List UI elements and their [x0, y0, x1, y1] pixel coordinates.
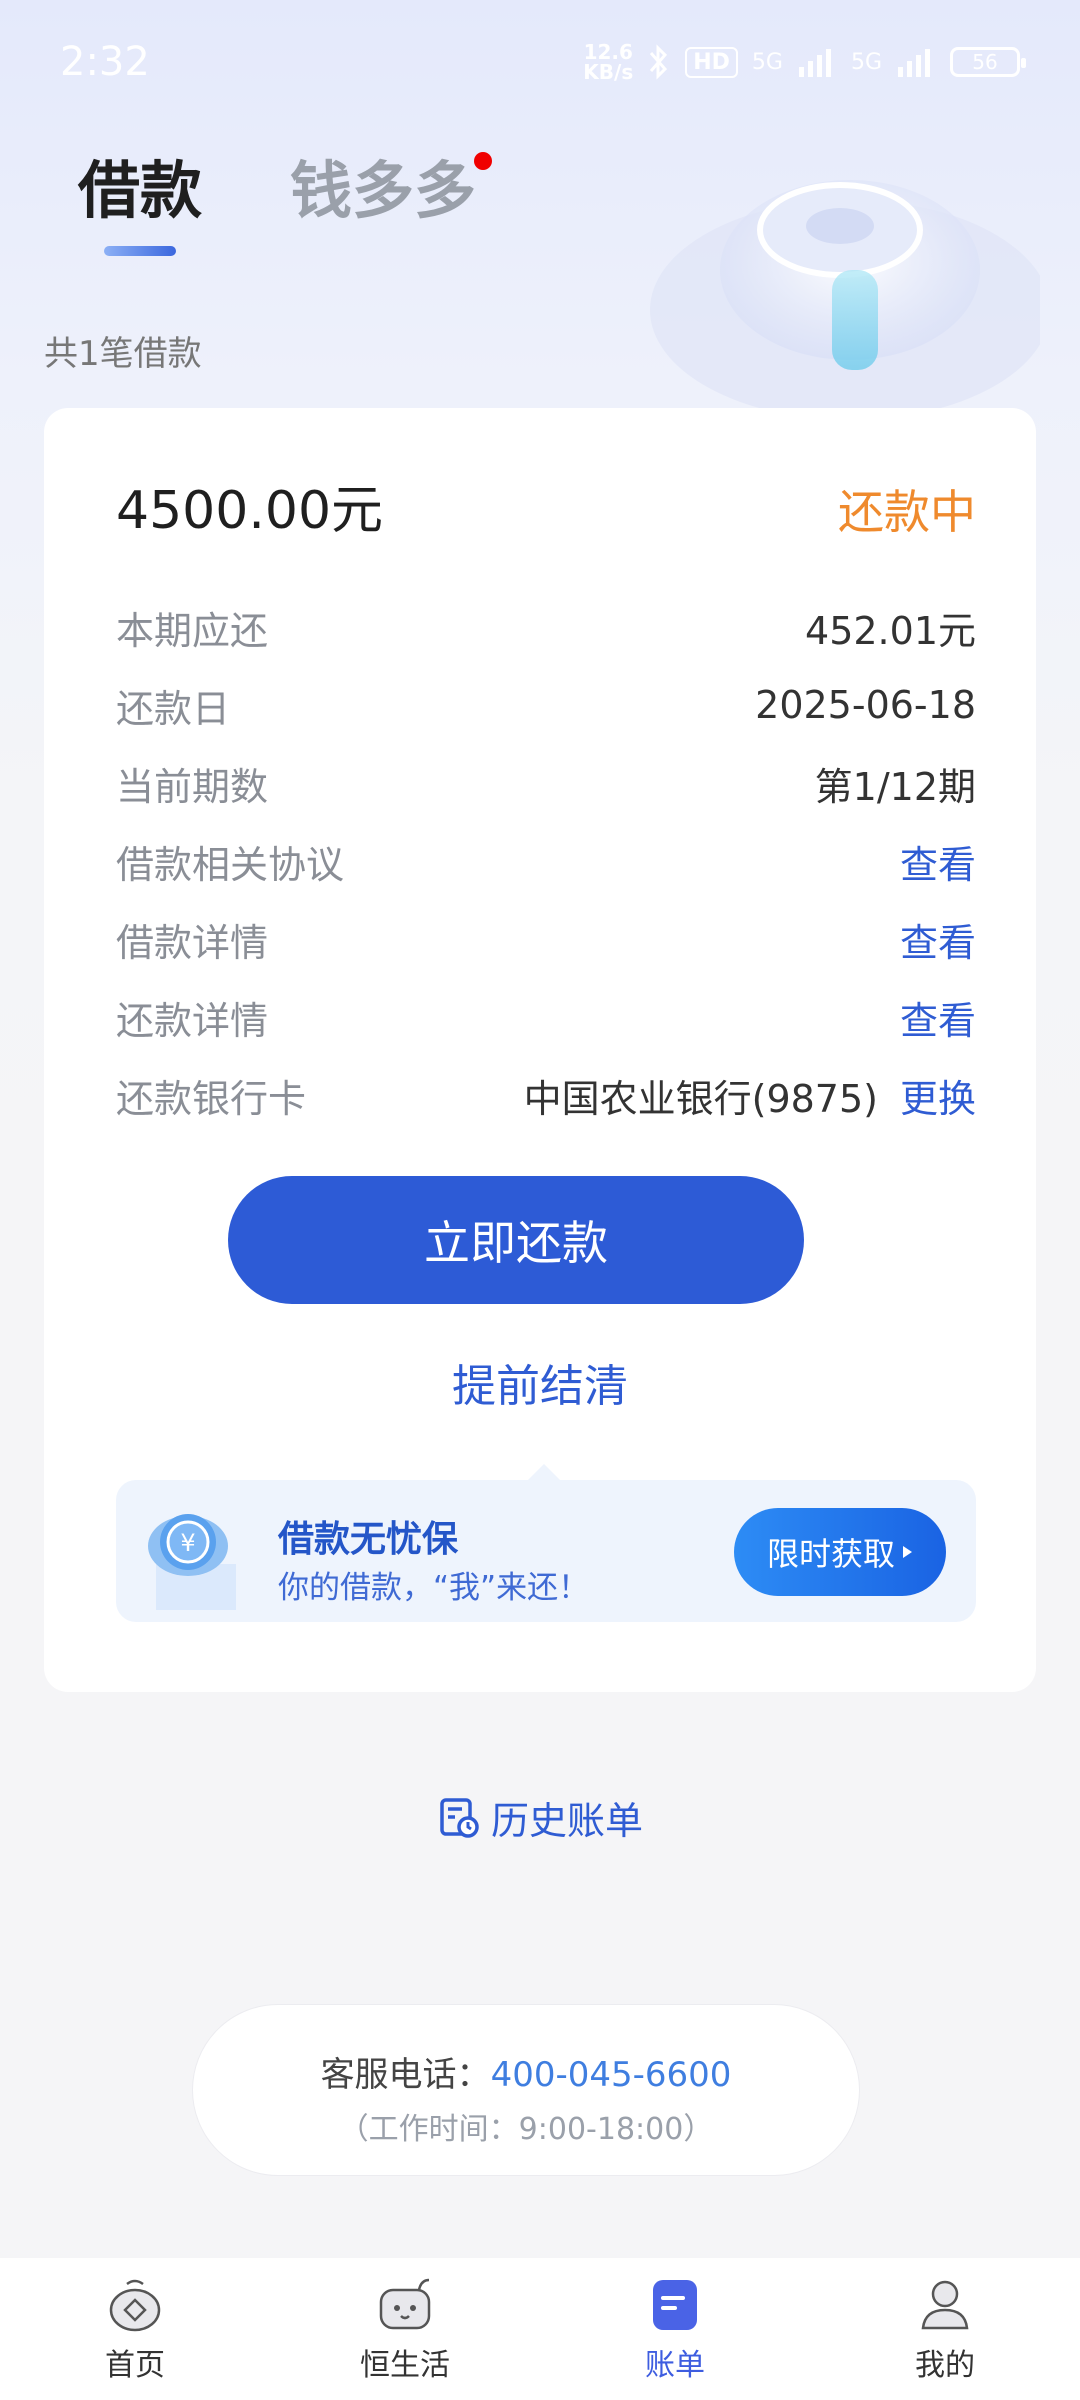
row-due-date: 还款日 2025-06-18 — [116, 666, 976, 744]
row-bank-card: 还款银行卡 中国农业银行(9875) 更换 — [116, 1056, 976, 1134]
view-repay-details-link[interactable]: 查看 — [900, 990, 976, 1045]
row-label: 本期应还 — [116, 608, 269, 653]
promo-title: 借款无忧保 — [278, 1519, 459, 1560]
history-bill-link[interactable]: 历史账单 — [0, 1790, 1080, 1845]
row-repay-details: 还款详情 查看 — [116, 978, 976, 1056]
signal-label-2: 5G — [850, 49, 882, 75]
battery-icon: 56 — [950, 47, 1026, 77]
signal-icon-1 — [798, 49, 831, 77]
early-settle-link[interactable]: 提前结清 — [452, 1361, 628, 1412]
promo-pointer — [528, 1464, 560, 1480]
history-bill-label: 历史账单 — [490, 1799, 643, 1843]
status-bar: 2:32 12.6 KB/s HD 5G 5G 56 — [0, 0, 1080, 124]
bill-icon — [653, 2280, 697, 2330]
row-value: 452.01元 — [805, 608, 976, 653]
loan-count: 共1笔借款 — [44, 334, 202, 374]
decorative-ring-icon — [650, 180, 1040, 420]
service-phone-link[interactable]: 400-045-6600 — [491, 2055, 732, 2095]
notification-dot — [474, 152, 493, 170]
history-bill-icon — [440, 1797, 479, 1838]
signal-icon-2 — [898, 49, 930, 77]
loan-status: 还款中 — [838, 485, 976, 539]
row-value: 2025-06-18 — [755, 683, 976, 727]
promo-button-label: 限时获取 — [766, 1535, 895, 1573]
svg-text:¥: ¥ — [180, 1529, 195, 1557]
signal-label-1: 5G — [751, 49, 783, 75]
nav-label-life: 恒生活 — [360, 2348, 450, 2383]
bluetooth-icon — [650, 44, 668, 80]
tab-qianduoduo[interactable]: 钱多多 — [290, 140, 493, 230]
triangle-right-icon — [903, 1546, 912, 1558]
bank-card-value: 中国农业银行(9875) — [523, 1076, 878, 1121]
nav-item-life[interactable]: 恒生活 — [305, 2274, 505, 2384]
insurance-promo-banner[interactable]: ¥ 借款无忧保 你的借款，“我”来还！ 限时获取 — [116, 1464, 976, 1622]
row-current-due: 本期应还 452.01元 — [116, 588, 976, 666]
view-agreements-link[interactable]: 查看 — [900, 834, 976, 889]
row-label: 当前期数 — [116, 764, 269, 809]
change-card-link[interactable]: 更换 — [900, 1068, 976, 1123]
nav-label-profile: 我的 — [915, 2348, 975, 2383]
view-loan-details-link[interactable]: 查看 — [900, 912, 976, 967]
profile-icon — [921, 2280, 969, 2330]
nav-item-bill[interactable]: 账单 — [575, 2274, 775, 2384]
nav-item-profile[interactable]: 我的 — [845, 2274, 1045, 2384]
promo-subtitle: 你的借款，“我”来还！ — [278, 1570, 590, 1606]
row-label: 还款银行卡 — [116, 1076, 307, 1121]
nav-label-home: 首页 — [105, 2348, 165, 2383]
top-tabs: 借款 钱多多 — [78, 140, 493, 256]
customer-service-box: 客服电话：400-045-6600 （工作时间：9:00-18:00） — [192, 2004, 860, 2176]
row-loan-details: 借款详情 查看 — [116, 900, 976, 978]
nav-item-home[interactable]: 首页 — [35, 2274, 235, 2384]
loan-amount: 4500.00元 — [116, 481, 384, 541]
row-agreements: 借款相关协议 查看 — [116, 822, 976, 900]
service-label: 客服电话： — [320, 2055, 491, 2095]
early-settle-button: 提前结清 — [44, 1350, 1036, 1414]
battery-level: 56 — [972, 50, 998, 74]
amount-row: 4500.00元 还款中 — [116, 468, 976, 543]
bottom-nav: 首页 恒生活 账单 我的 — [0, 2258, 1080, 2400]
nav-label-bill: 账单 — [645, 2348, 705, 2383]
row-label: 借款相关协议 — [116, 842, 345, 887]
tab-loan-label: 借款 — [78, 154, 203, 227]
row-period: 当前期数 第1/12期 — [116, 744, 976, 822]
row-value: 第1/12期 — [814, 764, 976, 809]
service-phone-line: 客服电话：400-045-6600 — [193, 2047, 859, 2096]
row-label: 借款详情 — [116, 920, 269, 965]
home-icon — [109, 2279, 161, 2332]
repay-now-button[interactable]: 立即还款 — [228, 1176, 804, 1304]
row-label: 还款详情 — [116, 998, 269, 1043]
tab-loan[interactable]: 借款 — [78, 140, 203, 256]
life-icon — [379, 2278, 431, 2330]
network-speed: 12.6 KB/s — [583, 40, 634, 84]
tab-qianduoduo-label: 钱多多 — [290, 154, 477, 227]
loan-card: 4500.00元 还款中 本期应还 452.01元 还款日 2025-06-18… — [44, 408, 1036, 1692]
tab-active-indicator — [104, 246, 176, 256]
row-label: 还款日 — [116, 686, 231, 731]
service-hours: （工作时间：9:00-18:00） — [338, 2112, 714, 2147]
loan-details: 本期应还 452.01元 还款日 2025-06-18 当前期数 第1/12期 … — [116, 588, 976, 1134]
coin-shield-icon: ¥ — [148, 1514, 236, 1610]
status-time: 2:32 — [60, 39, 150, 85]
status-icons: 12.6 KB/s HD 5G 5G 56 — [583, 40, 1026, 84]
loan-page: 2:32 12.6 KB/s HD 5G 5G 56 借款 钱多多 共1笔借款 … — [0, 0, 1080, 2400]
hd-badge: HD — [685, 46, 738, 78]
promo-get-button[interactable]: 限时获取 — [734, 1508, 946, 1596]
